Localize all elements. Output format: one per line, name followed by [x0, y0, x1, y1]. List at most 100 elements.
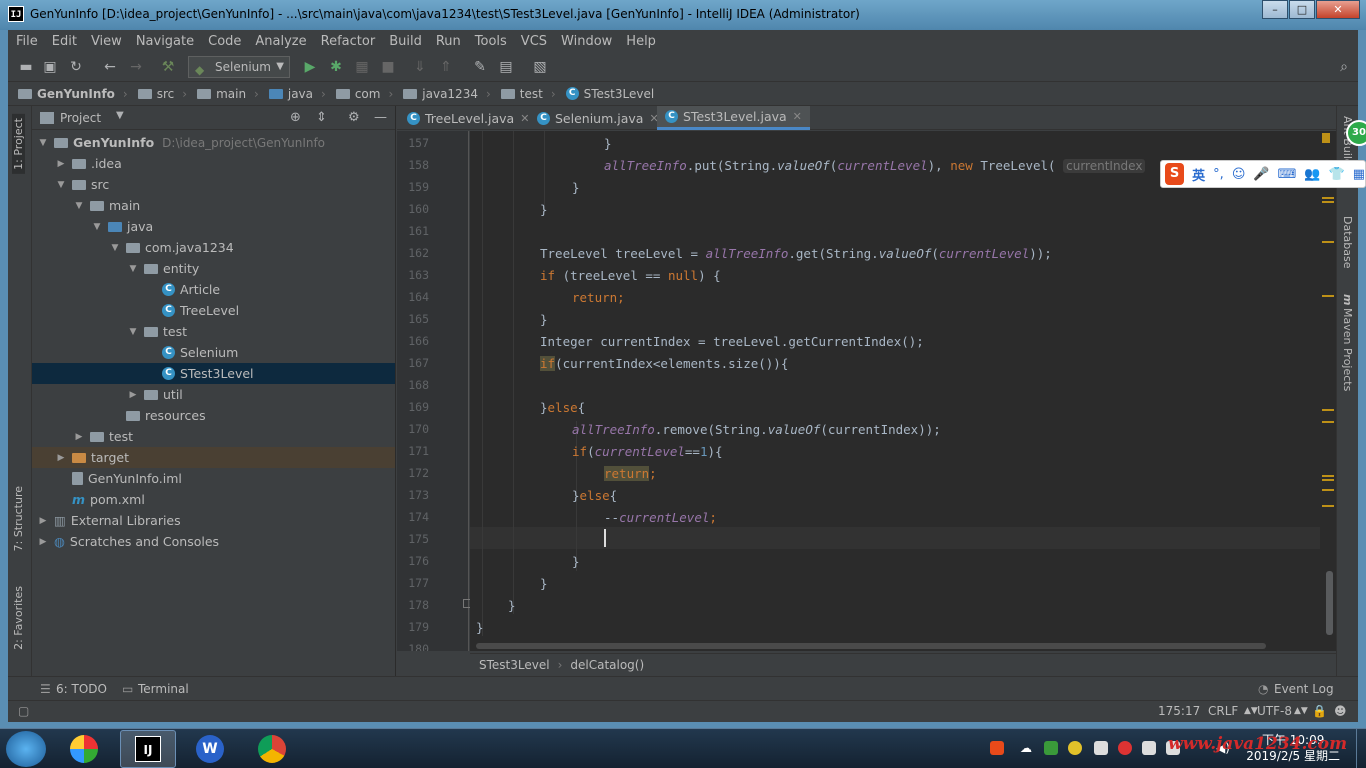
menu-refactor[interactable]: Refactor — [321, 34, 376, 49]
tab-treelevel-java[interactable]: C TreeLevel.java ✕ — [399, 106, 537, 130]
taskbar-wps-app[interactable]: W — [182, 730, 238, 768]
warning-indicator-icon[interactable] — [1322, 133, 1330, 143]
skin-icon[interactable]: 👕 — [1329, 167, 1345, 182]
tab-maven-projects[interactable]: Maven Projects — [1341, 308, 1354, 391]
warning-mark[interactable] — [1322, 421, 1334, 423]
breadcrumb-main[interactable]: main — [197, 87, 246, 101]
tab-database[interactable]: Database — [1341, 216, 1354, 269]
vertical-scrollbar-thumb[interactable] — [1326, 571, 1333, 635]
tree-item-java[interactable]: ▼ java — [32, 216, 395, 237]
run-coverage-icon[interactable]: ▦ — [354, 59, 370, 75]
taskbar-360-app[interactable] — [56, 730, 112, 768]
tab-todo[interactable]: 6: TODO — [56, 682, 107, 696]
notification-badge[interactable]: 30 — [1346, 120, 1366, 146]
tab-selenium-java[interactable]: C Selenium.java ✕ — [529, 106, 667, 130]
menu-file[interactable]: File — [16, 34, 38, 49]
show-desktop-button[interactable] — [1356, 729, 1366, 768]
grid-icon[interactable]: ▦ — [1353, 167, 1365, 182]
code-editor[interactable]: } allTreeInfo.put(String.valueOf(current… — [470, 131, 1336, 651]
hide-panel-icon[interactable]: — — [374, 110, 387, 125]
plus-tray-icon[interactable] — [1068, 741, 1082, 755]
warning-mark[interactable] — [1322, 197, 1334, 199]
project-structure-icon[interactable]: ▤ — [498, 59, 514, 75]
minimize-button[interactable]: – — [1262, 0, 1288, 19]
sdk-manager-icon[interactable]: ▧ — [532, 59, 548, 75]
punctuation-icon[interactable]: °, — [1213, 167, 1224, 182]
ime-toolbar[interactable]: S 英 °, ☺ 🎤 ⌨ 👥 👕 ▦ — [1160, 160, 1366, 188]
tree-item-stest3level[interactable]: C STest3Level — [32, 363, 395, 384]
editor-gutter[interactable]: 157 158 159 160 161 162 163 164 165 166 … — [397, 131, 501, 651]
cloud-icon[interactable]: ☁ — [1020, 741, 1034, 755]
breadcrumb-class[interactable]: STest3Level — [479, 658, 550, 672]
sync-icon[interactable]: ↻ — [68, 59, 84, 75]
menu-help[interactable]: Help — [626, 34, 656, 49]
line-separator[interactable]: CRLF — [1208, 704, 1238, 718]
hector-icon[interactable]: ☻ — [1334, 704, 1347, 718]
menu-run[interactable]: Run — [436, 34, 461, 49]
tree-item-src[interactable]: ▼ src — [32, 174, 395, 195]
tree-item-idea[interactable]: ▶ .idea — [32, 153, 395, 174]
tree-item-article[interactable]: C Article — [32, 279, 395, 300]
warning-mark[interactable] — [1322, 479, 1334, 481]
start-button[interactable] — [6, 731, 46, 767]
tree-root[interactable]: ▼ GenYunInfo D:\idea_project\GenYunInfo — [32, 132, 395, 153]
lock-icon[interactable]: 🔒 — [1312, 704, 1327, 718]
breadcrumb-project[interactable]: GenYunInfo — [18, 87, 115, 101]
scroll-from-source-icon[interactable]: ⊕ — [290, 110, 301, 125]
taskbar-intellij-app[interactable]: IJ — [120, 730, 176, 768]
tree-item-util[interactable]: ▶ util — [32, 384, 395, 405]
save-all-icon[interactable]: ▣ — [42, 59, 58, 75]
tree-item-resources[interactable]: resources — [32, 405, 395, 426]
file-encoding[interactable]: UTF-8 — [1257, 704, 1292, 718]
microphone-icon[interactable]: 🎤 — [1253, 167, 1269, 182]
tree-item-main[interactable]: ▼ main — [32, 195, 395, 216]
warning-mark[interactable] — [1322, 505, 1334, 507]
menu-window[interactable]: Window — [561, 34, 612, 49]
close-icon[interactable]: ✕ — [793, 110, 802, 123]
menu-vcs[interactable]: VCS — [521, 34, 547, 49]
sogou-logo[interactable]: S — [1165, 163, 1185, 185]
warning-mark[interactable] — [1322, 201, 1334, 203]
tab-project[interactable]: 1: Project — [12, 114, 25, 174]
collapse-all-icon[interactable]: ⇕ — [316, 110, 327, 125]
project-view-select[interactable]: Project — [60, 111, 101, 125]
tab-favorites[interactable]: 2: Favorites — [12, 586, 25, 650]
breadcrumb-com[interactable]: com — [335, 87, 380, 101]
tab-event-log[interactable]: Event Log — [1274, 682, 1334, 696]
shield-icon[interactable] — [1044, 741, 1058, 755]
flag-tray-icon[interactable] — [1142, 741, 1156, 755]
menu-analyze[interactable]: Analyze — [255, 34, 306, 49]
forward-icon[interactable]: → — [128, 59, 144, 75]
debug-icon[interactable]: ✱ — [328, 59, 344, 75]
menu-navigate[interactable]: Navigate — [136, 34, 194, 49]
tree-item-selenium[interactable]: C Selenium — [32, 342, 395, 363]
tree-item-test-package[interactable]: ▼ test — [32, 321, 395, 342]
tree-item-scratches[interactable]: ▶ ◍ Scratches and Consoles — [32, 531, 395, 552]
breadcrumb-test[interactable]: test — [500, 87, 543, 101]
tree-item-entity[interactable]: ▼ entity — [32, 258, 395, 279]
breadcrumb-src[interactable]: src — [137, 87, 174, 101]
update-icon[interactable]: ⇑ — [438, 59, 454, 75]
stop-icon[interactable]: ■ — [380, 59, 396, 75]
search-everywhere-icon[interactable]: ⌕ — [1336, 59, 1352, 75]
antivirus-tray-icon[interactable] — [1118, 741, 1132, 755]
warning-mark[interactable] — [1322, 409, 1334, 411]
horizontal-scrollbar[interactable] — [476, 643, 1266, 649]
breadcrumb-java1234[interactable]: java1234 — [403, 87, 478, 101]
menu-code[interactable]: Code — [208, 34, 241, 49]
close-button[interactable]: ✕ — [1316, 0, 1360, 19]
network-tray-icon[interactable] — [1094, 741, 1108, 755]
warning-mark[interactable] — [1322, 241, 1334, 243]
run-configuration-select[interactable]: ◆ Selenium ▼ — [188, 56, 290, 78]
ime-mode-toggle[interactable]: 英 — [1192, 165, 1205, 184]
keyboard-icon[interactable]: ⌨ — [1278, 167, 1297, 182]
build-hammer-icon[interactable]: ⚒ — [160, 59, 176, 75]
emoji-icon[interactable]: ☺ — [1232, 167, 1246, 182]
tree-item-external-libraries[interactable]: ▶ ▥ External Libraries — [32, 510, 395, 531]
tree-item-test-folder[interactable]: ▶ test — [32, 426, 395, 447]
warning-mark[interactable] — [1322, 295, 1334, 297]
back-icon[interactable]: ← — [102, 59, 118, 75]
tree-item-iml[interactable]: GenYunInfo.iml — [32, 468, 395, 489]
tab-terminal[interactable]: Terminal — [138, 682, 189, 696]
tab-stest3level-java[interactable]: C STest3Level.java ✕ — [657, 106, 810, 130]
